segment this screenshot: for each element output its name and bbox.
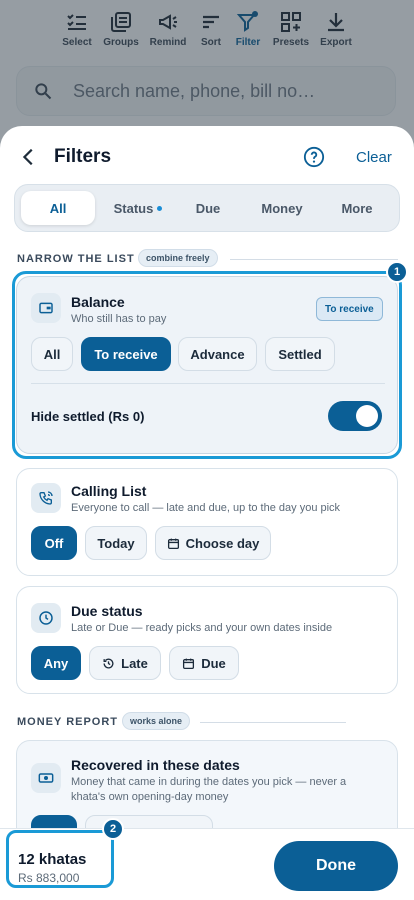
section-tag-money-report: works alone (122, 712, 191, 730)
hide-settled-label: Hide settled (Rs 0) (31, 409, 145, 424)
due-option-any[interactable]: Any (31, 646, 81, 680)
tab-more[interactable]: More (321, 191, 393, 225)
chevron-left-icon (22, 148, 33, 166)
recovered-subtitle-2: khata's own opening-day money (71, 791, 229, 803)
due-label: Due (201, 655, 226, 671)
due-option-due[interactable]: Due (169, 646, 239, 680)
filter-tabs: All Status Due Money More (14, 184, 400, 232)
calling-list-card: Calling List Everyone to call — late and… (16, 468, 398, 576)
due-status-subtitle: Late or Due — ready picks and your own d… (71, 622, 333, 634)
tab-all-label: All (49, 200, 67, 216)
section-label-money-report: MONEY REPORT (17, 716, 119, 728)
balance-option-to-receive[interactable]: To receive (81, 337, 171, 371)
due-status-card: Due status Late or Due — ready picks and… (16, 586, 398, 694)
wallet-icon (39, 302, 53, 314)
due-option-late[interactable]: Late (89, 646, 161, 680)
callout-badge-2: 2 (102, 818, 124, 840)
filters-sheet: Filters Clear All Status Due Money More … (0, 126, 414, 900)
sheet-footer: 12 khatas Rs 883,000 Done (0, 828, 414, 900)
callout-badge-1: 1 (386, 261, 408, 283)
status-dot-indicator (157, 205, 163, 211)
done-button[interactable]: Done (274, 841, 398, 891)
toggle-knob (356, 405, 378, 427)
hide-settled-toggle[interactable] (328, 401, 382, 431)
clear-button[interactable]: Clear (356, 149, 392, 166)
help-button[interactable] (303, 146, 327, 170)
tab-all[interactable]: All (21, 191, 95, 225)
balance-card: Balance Who still has to pay To receive … (16, 276, 398, 454)
section-label-narrow: NARROW THE LIST (17, 253, 135, 265)
result-amount: Rs 883,000 (18, 871, 80, 885)
calendar-icon (183, 658, 195, 669)
phone-icon-wrap (31, 483, 61, 513)
history-icon (103, 658, 114, 668)
balance-title: Balance (71, 294, 125, 310)
tab-status[interactable]: Status (101, 191, 175, 225)
balance-status-badge: To receive (316, 297, 383, 321)
balance-option-advance[interactable]: Advance (178, 337, 257, 371)
clock-icon (39, 611, 53, 625)
balance-divider (31, 383, 385, 384)
tab-due[interactable]: Due (175, 191, 241, 225)
recovered-subtitle-1: Money that came in during the dates you … (71, 776, 347, 788)
tab-money-label: Money (261, 200, 303, 216)
choose-day-label: Choose day (185, 535, 260, 551)
balance-option-settled[interactable]: Settled (265, 337, 335, 371)
sheet-title: Filters (54, 146, 112, 167)
cash-icon-wrap (31, 763, 61, 793)
balance-subtitle: Who still has to pay (71, 313, 167, 325)
recovered-title: Recovered in these dates (71, 757, 240, 773)
due-status-title: Due status (71, 603, 143, 619)
result-count: 12 khatas (18, 851, 87, 868)
sheet-header: Filters Clear (0, 126, 414, 184)
section-divider (200, 722, 346, 723)
calendar-icon (167, 538, 179, 549)
section-divider (230, 259, 398, 260)
tab-more-label: More (341, 200, 373, 216)
cash-icon (38, 773, 54, 783)
wallet-icon-wrap (31, 293, 61, 323)
tab-money[interactable]: Money (247, 191, 317, 225)
phone-call-icon (39, 491, 53, 505)
balance-option-all[interactable]: All (31, 337, 73, 371)
calling-option-choose-day[interactable]: Choose day (155, 526, 271, 560)
calling-option-today[interactable]: Today (85, 526, 147, 560)
section-tag-narrow: combine freely (138, 249, 218, 267)
clock-icon-wrap (31, 603, 61, 633)
tab-status-label: Status (113, 200, 154, 216)
calling-list-subtitle: Everyone to call — late and due, up to t… (71, 502, 341, 514)
calling-list-title: Calling List (71, 483, 147, 499)
help-circle-icon (303, 146, 325, 168)
late-label: Late (121, 655, 148, 671)
tab-due-label: Due (195, 200, 221, 216)
back-button[interactable] (16, 144, 42, 170)
calling-option-off[interactable]: Off (31, 526, 77, 560)
